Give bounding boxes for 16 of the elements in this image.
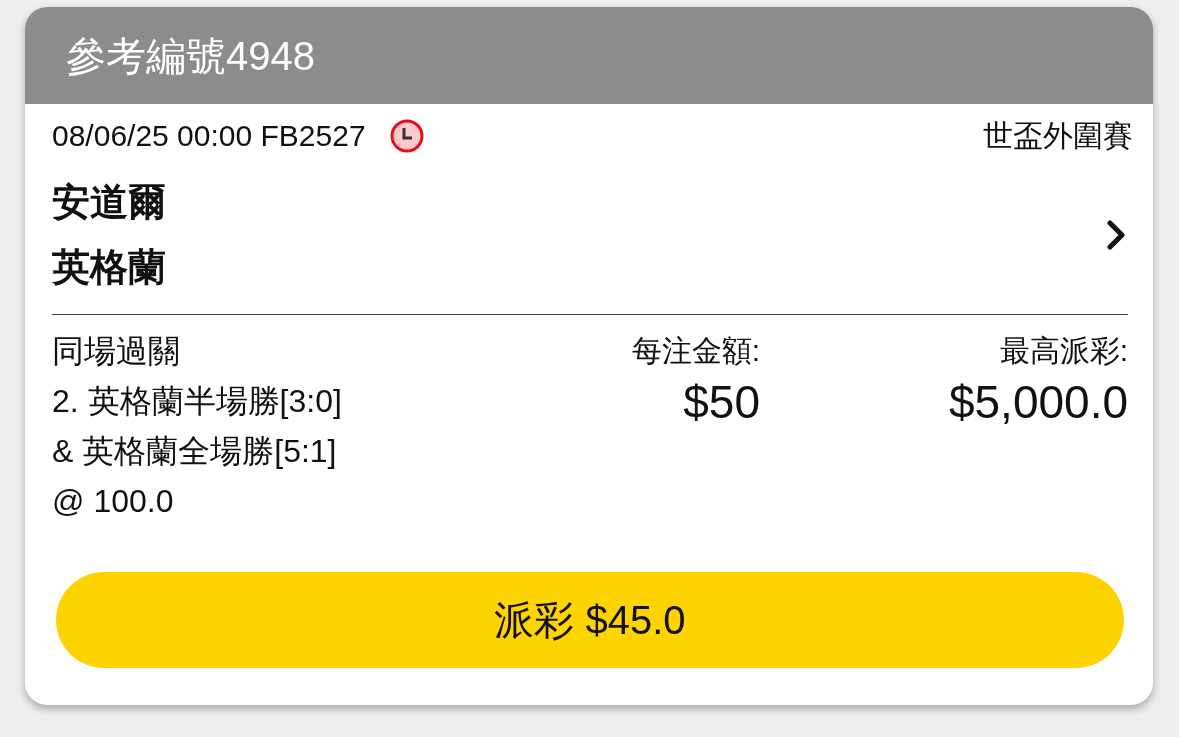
stake-amount: $50 <box>683 376 760 428</box>
stake-label: 每注金額: <box>631 333 760 369</box>
team-name: 安道爾 <box>52 180 166 225</box>
bet-type: 同場過關 <box>52 332 181 371</box>
payout-button[interactable]: 派彩 $45.0 <box>56 572 1124 668</box>
chevron-right-icon[interactable] <box>1106 220 1126 250</box>
clock-icon <box>389 119 424 153</box>
bet-selection: & 英格蘭全場勝[5:1] <box>52 432 338 471</box>
reference-title: 參考編號4948 <box>66 32 315 80</box>
max-payout-amount: $5,000.0 <box>948 376 1128 428</box>
team-name: 英格蘭 <box>52 245 166 290</box>
match-datetime: 08/06/25 00:00 FB2527 <box>52 118 366 154</box>
max-payout-label: 最高派彩: <box>999 333 1128 369</box>
bet-selection: 2. 英格蘭半場勝[3:0] <box>52 382 343 421</box>
competition-name: 世盃外圍賽 <box>983 118 1133 154</box>
bet-odds: @ 100.0 <box>52 482 175 521</box>
